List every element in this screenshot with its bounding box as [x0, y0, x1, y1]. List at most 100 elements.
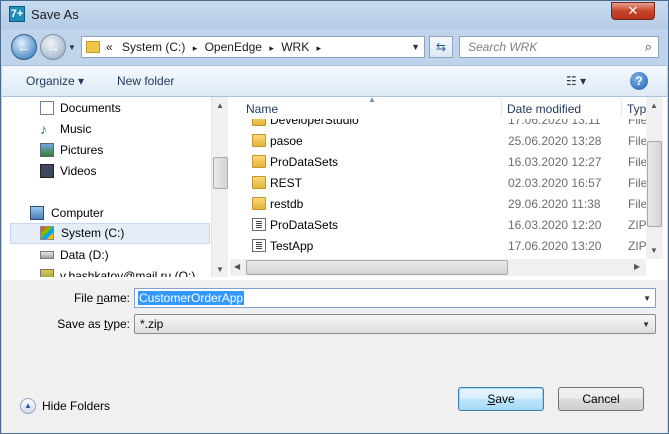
scroll-up-icon[interactable]: ▲ — [216, 101, 224, 110]
change-view-button[interactable]: ☷ ▾ — [566, 74, 586, 88]
chevron-down-icon[interactable]: ▼ — [643, 294, 651, 303]
back-button[interactable]: ← — [11, 34, 37, 60]
file-type: ZIP — [628, 218, 646, 232]
file-name: restdb — [270, 197, 304, 211]
nav-item-label: System (C:) — [61, 226, 125, 240]
file-row[interactable]: DeveloperStudio 17.06.2020 13:11 File — [230, 119, 646, 131]
file-type: File — [628, 197, 646, 211]
address-prefix[interactable]: « — [106, 40, 113, 54]
file-name: pasoe — [270, 134, 303, 148]
file-name-label: File name: — [62, 291, 130, 305]
scroll-down-icon[interactable]: ▼ — [650, 246, 658, 255]
save-as-dialog: 7+ Save As ✕ ← → ▼ « System (C:) ▸ OpenE… — [0, 0, 669, 434]
file-type: ZIP — [628, 239, 646, 253]
file-list-vertical-scrollbar[interactable]: ▲ ▼ — [646, 97, 663, 259]
window-title: Save As — [31, 7, 79, 22]
file-row[interactable]: TestApp 17.06.2020 13:20 ZIP — [230, 236, 646, 257]
file-row[interactable]: REST 02.03.2020 16:57 File — [230, 173, 646, 194]
file-type: File — [628, 134, 646, 148]
recent-pages-dropdown-icon[interactable]: ▼ — [68, 43, 76, 52]
file-row[interactable]: ProDataSets 16.03.2020 12:20 ZIP — [230, 215, 646, 236]
close-button[interactable]: ✕ — [611, 2, 655, 20]
network-drive-icon — [40, 269, 54, 277]
file-date: 17.06.2020 13:20 — [508, 239, 602, 253]
scroll-up-icon[interactable]: ▲ — [650, 101, 658, 110]
breadcrumb-item-wrk[interactable]: WRK — [281, 40, 309, 54]
nav-item-network-q[interactable]: v.bashkatov@mail.ru (Q:) — [10, 266, 210, 277]
file-date: 17.06.2020 13:11 — [508, 119, 601, 127]
breadcrumb-separator-icon[interactable]: ▸ — [269, 43, 274, 53]
breadcrumb-item-system-c[interactable]: System (C:) — [122, 40, 185, 54]
folder-icon — [252, 176, 266, 189]
file-date: 02.03.2020 16:57 — [508, 176, 602, 190]
drive-icon — [40, 226, 54, 240]
title-bar: 7+ Save As ✕ — [1, 1, 668, 29]
search-input[interactable]: Search WRK ⌕ — [459, 36, 659, 58]
save-button[interactable]: Save — [458, 387, 544, 411]
file-rows: DeveloperStudio 17.06.2020 13:11 File pa… — [230, 119, 646, 259]
computer-icon — [30, 206, 44, 220]
organize-button[interactable]: Organize ▾ — [26, 74, 84, 88]
help-icon[interactable]: ? — [630, 72, 648, 90]
save-as-type-select[interactable]: *.zip ▼ — [134, 314, 656, 334]
file-row[interactable]: pasoe 25.06.2020 13:28 File — [230, 131, 646, 152]
file-list-horizontal-scrollbar[interactable]: ◀ ▶ — [230, 259, 646, 276]
nav-item-label: Data (D:) — [60, 248, 109, 262]
nav-item-label: Music — [60, 122, 92, 136]
nav-item-documents[interactable]: Documents — [10, 98, 210, 119]
save-as-type-label: Save as type: — [42, 317, 130, 331]
scrollbar-thumb[interactable] — [647, 141, 662, 227]
scroll-down-icon[interactable]: ▼ — [216, 265, 224, 274]
music-icon: ♪ — [40, 121, 47, 137]
file-row[interactable]: ProDataSets 16.03.2020 12:27 File — [230, 152, 646, 173]
file-type: File — [628, 155, 646, 169]
search-placeholder: Search WRK — [468, 40, 538, 54]
breadcrumb-separator-icon[interactable]: ▸ — [317, 43, 322, 53]
breadcrumb-separator-icon[interactable]: ▸ — [193, 43, 198, 53]
breadcrumb-item-openedge[interactable]: OpenEdge — [205, 40, 262, 54]
nav-item-computer[interactable]: Computer — [10, 203, 210, 224]
folder-icon — [252, 134, 266, 147]
refresh-button[interactable]: ⇆ — [429, 36, 453, 58]
save-options-panel: File name: CustomerOrderApp ▼ Save as ty… — [2, 280, 667, 433]
nav-item-label: Computer — [51, 206, 104, 220]
label-text: File — [73, 291, 97, 305]
scroll-left-icon[interactable]: ◀ — [234, 262, 240, 271]
address-dropdown-icon[interactable]: ▼ — [411, 42, 420, 52]
forward-button[interactable]: → — [40, 34, 66, 60]
file-name-field[interactable]: CustomerOrderApp ▼ — [134, 288, 656, 308]
scrollbar-thumb[interactable] — [213, 157, 228, 189]
address-bar[interactable]: « System (C:) ▸ OpenEdge ▸ WRK ▸ ▼ — [81, 36, 425, 58]
command-bar: Organize ▾ New folder ☷ ▾ ? — [2, 65, 667, 97]
zip-file-icon — [252, 218, 266, 231]
nav-item-videos[interactable]: Videos — [10, 161, 210, 182]
file-name-value: CustomerOrderApp — [138, 291, 245, 305]
nav-item-music[interactable]: ♪ Music — [10, 119, 210, 140]
file-date: 25.06.2020 13:28 — [508, 134, 602, 148]
nav-pane-scrollbar[interactable]: ▲ ▼ — [211, 97, 228, 277]
nav-item-label: v.bashkatov@mail.ru (Q:) — [60, 269, 196, 277]
documents-icon — [40, 101, 54, 115]
nav-item-pictures[interactable]: Pictures — [10, 140, 210, 161]
new-folder-button[interactable]: New folder — [117, 74, 174, 88]
nav-item-label: Documents — [60, 101, 121, 115]
file-name: ProDataSets — [270, 155, 339, 169]
file-name: TestApp — [270, 239, 314, 253]
zip-file-icon — [252, 239, 266, 252]
nav-item-data-d[interactable]: Data (D:) — [10, 245, 210, 266]
chevron-up-icon: ▲ — [20, 398, 36, 414]
navigation-pane: Documents ♪ Music Pictures Videos Comput… — [10, 97, 210, 277]
file-name: ProDataSets — [270, 218, 339, 232]
nav-item-system-c[interactable]: System (C:) — [10, 223, 210, 244]
cancel-button[interactable]: Cancel — [558, 387, 644, 411]
file-row[interactable]: restdb 29.06.2020 11:38 File — [230, 194, 646, 215]
chevron-down-icon[interactable]: ▼ — [642, 320, 650, 329]
file-name: REST — [270, 176, 303, 190]
file-name: DeveloperStudio — [270, 119, 359, 127]
column-divider[interactable] — [501, 99, 502, 117]
column-divider[interactable] — [621, 99, 622, 117]
scrollbar-thumb[interactable] — [246, 260, 508, 275]
scroll-right-icon[interactable]: ▶ — [634, 262, 640, 271]
label-text: ype: — [107, 317, 130, 331]
label-text: ame: — [103, 291, 130, 305]
